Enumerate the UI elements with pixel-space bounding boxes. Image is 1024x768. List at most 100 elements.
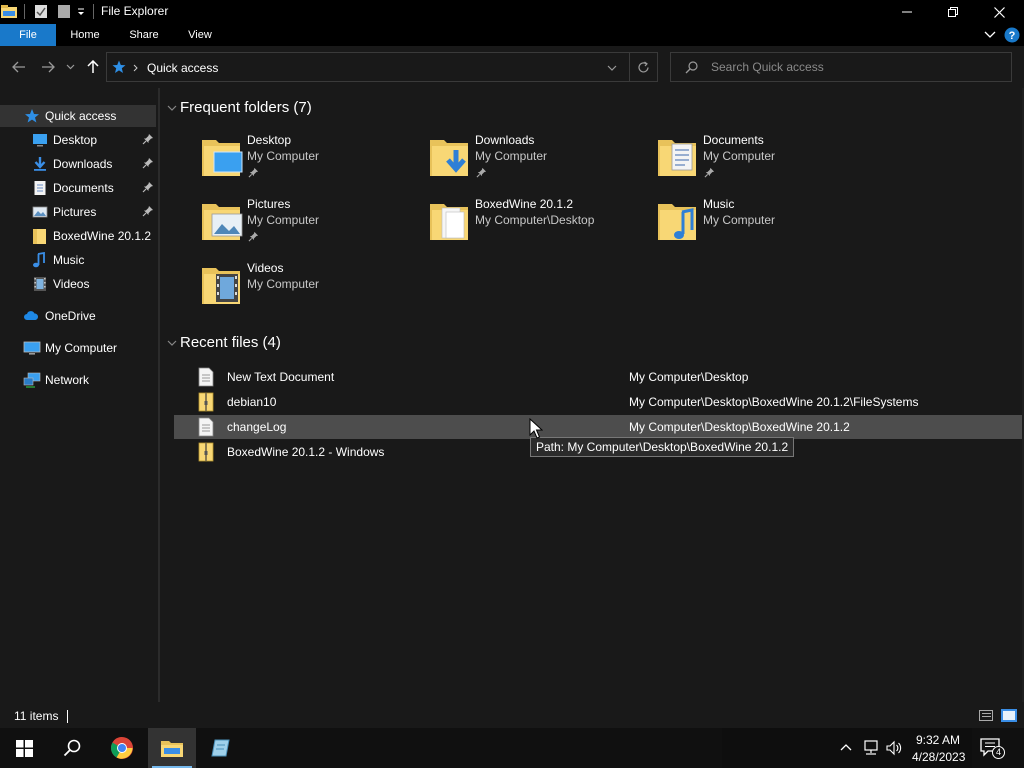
sidebar-item-label: My Computer: [45, 341, 118, 355]
search-box[interactable]: [670, 52, 1012, 82]
forward-arrow-icon: [42, 61, 55, 73]
pin-icon[interactable]: [704, 167, 715, 178]
chevron-down-icon: [66, 64, 74, 70]
sidebar-item-network[interactable]: Network: [0, 369, 156, 391]
pin-icon[interactable]: [142, 157, 154, 169]
title-separator: [24, 4, 25, 19]
folder-tile-music[interactable]: Music My Computer: [656, 196, 876, 252]
recent-locations-button[interactable]: [63, 58, 77, 76]
start-button[interactable]: [0, 728, 48, 768]
collapse-chevron-icon[interactable]: [166, 337, 178, 349]
frequent-folders-header[interactable]: Frequent folders (7): [180, 99, 312, 116]
sidebar-item-label: Desktop: [53, 133, 98, 147]
pin-icon[interactable]: [248, 231, 259, 242]
sidebar-item-onedrive[interactable]: OneDrive: [0, 305, 156, 327]
file-path: My Computer\Desktop: [629, 370, 749, 384]
pin-icon[interactable]: [142, 205, 154, 217]
sidebar-item-my-computer[interactable]: My Computer: [0, 337, 156, 359]
computer-icon: [23, 341, 41, 355]
navigation-pane: Quick access Desktop Downloads Documents…: [0, 88, 158, 702]
folder-tile-pictures[interactable]: Pictures My Computer: [200, 196, 420, 252]
tile-location: My Computer: [475, 149, 548, 163]
collapse-chevron-icon[interactable]: [166, 102, 178, 114]
pin-icon[interactable]: [142, 181, 154, 193]
restore-button[interactable]: [930, 0, 976, 24]
tab-share[interactable]: Share: [120, 24, 168, 46]
clock-time[interactable]: 9:32 AM: [916, 733, 960, 747]
customize-toolbar-icon[interactable]: [76, 4, 86, 19]
tab-view[interactable]: View: [178, 24, 222, 46]
file-name: New Text Document: [227, 370, 335, 384]
sidebar-item-quick-access[interactable]: Quick access: [0, 105, 156, 127]
sidebar-item-documents[interactable]: Documents: [0, 177, 156, 199]
address-history-icon[interactable]: [607, 65, 617, 72]
pin-icon[interactable]: [142, 133, 154, 145]
address-path[interactable]: Quick access: [147, 61, 218, 75]
recent-files-header[interactable]: Recent files (4): [180, 334, 281, 351]
volume-icon[interactable]: [886, 740, 902, 756]
sidebar-item-desktop[interactable]: Desktop: [0, 129, 156, 151]
folder-icon: [33, 229, 46, 244]
address-bar[interactable]: Quick access: [106, 52, 658, 82]
pin-icon[interactable]: [248, 167, 259, 178]
app-taskbar-button[interactable]: [197, 728, 245, 768]
breadcrumb-chevron-icon[interactable]: [133, 64, 138, 72]
file-name: BoxedWine 20.1.2 - Windows: [227, 445, 385, 459]
forward-button[interactable]: [39, 58, 57, 76]
sidebar-item-downloads[interactable]: Downloads: [0, 153, 156, 175]
tab-home[interactable]: Home: [60, 24, 110, 46]
details-view-icon[interactable]: [979, 710, 993, 721]
minimize-button[interactable]: [884, 0, 930, 24]
sidebar-item-boxedwine[interactable]: BoxedWine 20.1.2: [0, 225, 156, 247]
search-input[interactable]: [711, 58, 1001, 76]
desktop-folder-icon: [202, 140, 243, 176]
up-button[interactable]: [84, 58, 102, 76]
tile-name: BoxedWine 20.1.2: [475, 197, 574, 211]
close-button[interactable]: [976, 0, 1022, 24]
tab-file[interactable]: File: [0, 24, 56, 46]
show-hidden-icons-icon[interactable]: [840, 743, 852, 751]
explorer-app-icon[interactable]: [0, 4, 18, 19]
large-icons-view-icon[interactable]: [1001, 709, 1017, 722]
recent-file-row[interactable]: changeLog My Computer\Desktop\BoxedWine …: [174, 415, 1024, 439]
network-status-icon[interactable]: [862, 740, 880, 756]
clock-date[interactable]: 4/28/2023: [912, 750, 965, 764]
sidebar-item-videos[interactable]: Videos: [0, 273, 156, 295]
chrome-taskbar-button[interactable]: [98, 728, 146, 768]
sidebar-item-music[interactable]: Music: [0, 249, 156, 271]
tile-location: My Computer: [247, 149, 320, 163]
folder-tile-videos[interactable]: Videos My Computer: [200, 260, 420, 316]
pin-icon[interactable]: [476, 167, 487, 178]
file-name: debian10: [227, 395, 277, 409]
refresh-icon[interactable]: [637, 61, 650, 74]
folder-tile-desktop[interactable]: Desktop My Computer: [200, 132, 420, 188]
tile-name: Videos: [247, 261, 284, 275]
recent-file-row[interactable]: New Text Document My Computer\Desktop: [174, 365, 1024, 389]
music-note-icon: [33, 252, 45, 268]
search-taskbar-button[interactable]: [48, 728, 96, 768]
folder-tile-documents[interactable]: Documents My Computer: [656, 132, 876, 188]
chrome-icon: [111, 737, 133, 759]
folder-icon: [430, 204, 468, 240]
download-arrow-icon: [34, 157, 46, 171]
help-icon[interactable]: ?: [1004, 27, 1020, 43]
expand-ribbon-icon[interactable]: [984, 30, 996, 40]
cloud-icon: [24, 311, 39, 320]
action-center-button[interactable]: 4: [980, 737, 1006, 759]
properties-icon[interactable]: [34, 4, 48, 19]
tile-location: My Computer: [703, 213, 776, 227]
star-icon: [112, 60, 126, 73]
folder-tile-downloads[interactable]: Downloads My Computer: [428, 132, 648, 188]
recent-file-row[interactable]: debian10 My Computer\Desktop\BoxedWine 2…: [174, 390, 1024, 414]
sidebar-item-label: Quick access: [45, 109, 117, 123]
tile-location: My Computer\Desktop: [475, 213, 595, 227]
sidebar-item-pictures[interactable]: Pictures: [0, 201, 156, 223]
text-file-icon: [198, 367, 214, 387]
ribbon-tabs: File Home Share View ?: [0, 24, 1024, 46]
sidebar-item-label: Downloads: [53, 157, 113, 171]
file-explorer-taskbar-button[interactable]: [148, 728, 196, 768]
sidebar-item-label: Pictures: [53, 205, 97, 219]
new-folder-icon[interactable]: [57, 4, 71, 19]
folder-tile-boxedwine[interactable]: BoxedWine 20.1.2 My Computer\Desktop: [428, 196, 648, 252]
back-button[interactable]: [10, 58, 28, 76]
